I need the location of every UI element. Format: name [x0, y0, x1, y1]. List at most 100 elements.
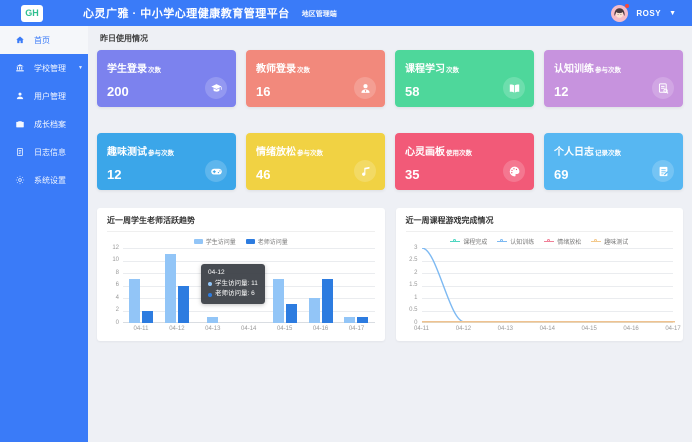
bar — [178, 286, 189, 324]
app-logo: GH — [21, 5, 43, 22]
line-chart-x-axis: 04-1104-1204-1304-1404-1504-1604-17 — [422, 326, 674, 334]
bar — [357, 317, 368, 323]
y-tick-label: 2 — [116, 307, 119, 313]
bar — [286, 304, 297, 323]
log-icon — [15, 147, 25, 157]
stat-card-title: 学生登录次数 — [107, 59, 226, 77]
y-tick-label: 0 — [116, 320, 119, 326]
y-tick-label: 2.5 — [409, 257, 417, 263]
sidebar-item-label: 首页 — [34, 35, 50, 46]
legend-line-icon — [450, 239, 460, 244]
stat-card-title: 心灵画板使用次数 — [405, 142, 524, 160]
x-tick-label: 04-17 — [339, 326, 375, 332]
sidebar: 首页学校管理▼用户管理成长档案日志信息系统设置 — [0, 26, 88, 442]
legend-label: 课程完成 — [463, 237, 487, 246]
legend-item[interactable]: 课程完成 — [450, 237, 487, 246]
legend-item[interactable]: 趣味测试 — [591, 237, 628, 246]
user-avatar[interactable] — [611, 5, 628, 22]
legend-label: 趣味测试 — [604, 237, 628, 246]
stat-card: 教师登录次数16 — [246, 50, 385, 107]
activity-trend-panel: 近一周学生老师活跃趋势 学生访问量老师访问量 024681012 04-12学生… — [97, 208, 385, 341]
bar-group — [159, 254, 195, 323]
sidebar-item-label: 系统设置 — [34, 175, 66, 186]
legend-swatch — [246, 239, 255, 244]
legend-label: 学生访问量 — [206, 237, 236, 246]
settings-icon — [15, 175, 25, 185]
legend-item[interactable]: 学生访问量 — [194, 237, 236, 246]
bar — [142, 311, 153, 324]
bar-group — [195, 317, 231, 323]
section-title: 昨日使用情况 — [100, 33, 683, 44]
user-menu-chevron-down-icon[interactable]: ▼ — [669, 10, 676, 17]
tooltip-line: 老师访问量: 6 — [208, 289, 258, 300]
stat-card: 学生登录次数200 — [97, 50, 236, 107]
x-tick-label: 04-16 — [623, 326, 638, 332]
chart-panels: 近一周学生老师活跃趋势 学生访问量老师访问量 024681012 04-12学生… — [97, 208, 683, 341]
line-series — [422, 248, 675, 323]
sidebar-item-user-manage[interactable]: 用户管理 — [0, 82, 88, 110]
header-user-area: ROSY ▼ — [611, 5, 676, 22]
journal-icon — [652, 160, 674, 182]
stat-card-title: 趣味测试参与次数 — [107, 142, 226, 160]
book-icon — [503, 77, 525, 99]
bar-chart-title: 近一周学生老师活跃趋势 — [107, 215, 375, 232]
line-chart-legend: 课程完成 认知训练 情绪放松 趣味测试 — [406, 237, 674, 245]
line-path — [422, 248, 675, 322]
stat-card: 情绪放松参与次数46 — [246, 133, 385, 190]
sidebar-item-growth-archive[interactable]: 成长档案 — [0, 110, 88, 138]
sidebar-item-system-settings[interactable]: 系统设置 — [0, 166, 88, 194]
bar-group — [339, 317, 375, 323]
palette-icon — [503, 160, 525, 182]
y-tick-label: 2 — [414, 270, 417, 276]
y-tick-label: 4 — [116, 295, 119, 301]
y-tick-label: 12 — [112, 245, 119, 251]
stat-card: 趣味测试参与次数12 — [97, 133, 236, 190]
x-tick-label: 04-17 — [665, 326, 680, 332]
y-tick-label: 3 — [414, 245, 417, 251]
legend-line-icon — [544, 239, 554, 244]
stat-card-title: 课程学习次数 — [405, 59, 524, 77]
teacher-icon — [354, 77, 376, 99]
bar-group — [123, 279, 159, 323]
stat-card: 心灵画板使用次数35 — [395, 133, 534, 190]
bar-chart: 024681012 04-12学生访问量: 11老师访问量: 6 — [107, 248, 375, 323]
bar-group — [303, 279, 339, 323]
stat-card-title: 个人日志记录次数 — [554, 142, 673, 160]
legend-label: 情绪放松 — [557, 237, 581, 246]
y-tick-label: 6 — [116, 282, 119, 288]
bar — [273, 279, 284, 323]
x-tick-label: 04-12 — [159, 326, 195, 332]
role-badge: 地区管理端 — [302, 9, 337, 19]
legend-item[interactable]: 情绪放松 — [544, 237, 581, 246]
line-chart-plot — [422, 248, 674, 323]
sidebar-item-home[interactable]: 首页 — [0, 26, 88, 54]
legend-item[interactable]: 老师访问量 — [246, 237, 288, 246]
stat-card-title: 教师登录次数 — [256, 59, 375, 77]
x-tick-label: 04-13 — [195, 326, 231, 332]
completion-panel: 近一周课程游戏完成情况 课程完成认知训练情绪放松趣味测试 00.511.522.… — [396, 208, 684, 341]
bar-group — [267, 279, 303, 323]
legend-line-icon — [497, 239, 507, 244]
gamepad-icon — [205, 160, 227, 182]
legend-label: 认知训练 — [510, 237, 534, 246]
stat-card: 认知训练参与次数12 — [544, 50, 683, 107]
x-tick-label: 04-16 — [303, 326, 339, 332]
y-tick-label: 8 — [116, 270, 119, 276]
document-search-icon — [652, 77, 674, 99]
x-tick-label: 04-12 — [456, 326, 471, 332]
x-tick-label: 04-14 — [540, 326, 555, 332]
sidebar-item-school-manage[interactable]: 学校管理▼ — [0, 54, 88, 82]
school-icon — [15, 63, 25, 73]
app-title: 心灵广雅 · 中小学心理健康教育管理平台 — [83, 5, 290, 21]
top-header: GH 心灵广雅 · 中小学心理健康教育管理平台 地区管理端 ROSY ▼ — [0, 0, 692, 26]
username[interactable]: ROSY — [636, 9, 661, 18]
bar-chart-legend: 学生访问量 老师访问量 — [107, 237, 375, 245]
legend-swatch — [194, 239, 203, 244]
main-content: 昨日使用情况 学生登录次数200教师登录次数16课程学习次数58认知训练参与次数… — [88, 26, 692, 442]
y-tick-label: 1.5 — [409, 282, 417, 288]
sidebar-item-log-info[interactable]: 日志信息 — [0, 138, 88, 166]
notification-dot — [625, 4, 629, 8]
legend-item[interactable]: 认知训练 — [497, 237, 534, 246]
bar — [207, 317, 218, 323]
y-tick-label: 1 — [414, 295, 417, 301]
